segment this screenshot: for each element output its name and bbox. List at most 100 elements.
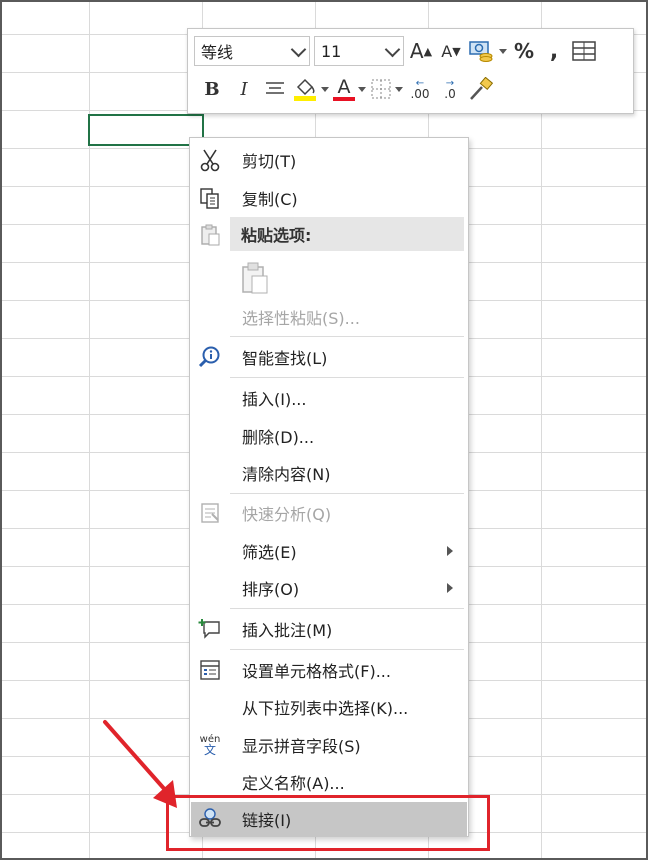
fill-color-button[interactable]	[292, 74, 329, 104]
increase-decimal-label: .00	[410, 87, 430, 101]
font-color-letter: A	[337, 75, 351, 98]
chevron-down-icon	[385, 44, 399, 58]
accounting-format-button[interactable]	[468, 36, 507, 66]
menu-item-label: 筛选(E)	[242, 543, 297, 562]
paste-icon	[197, 223, 223, 247]
menu-item-insert[interactable]: 插入(I)...	[191, 381, 467, 415]
menu-separator	[230, 608, 464, 609]
caret-up-icon: ▲	[423, 44, 433, 58]
menu-item-insert-comment[interactable]: 插入批注(M)	[191, 612, 467, 646]
menu-item-label: 智能查找(L)	[242, 349, 328, 368]
menu-item-label: 剪切(T)	[242, 152, 297, 171]
mini-toolbar-row-2: B I A ← .00 → .0	[194, 72, 627, 106]
menu-item-label: 显示拼音字段(S)	[242, 737, 361, 756]
annotation-arrow-icon	[103, 720, 177, 808]
menu-separator	[230, 649, 464, 650]
phonetic-glyph-bottom: 文	[203, 743, 216, 757]
submenu-arrow-icon	[447, 546, 453, 556]
bold-icon: B	[204, 78, 220, 100]
bold-button[interactable]: B	[198, 74, 226, 104]
menu-item-copy[interactable]: 复制(C)	[191, 181, 467, 215]
font-color-button[interactable]: A	[333, 74, 366, 104]
selected-cell[interactable]	[88, 114, 204, 146]
mini-toolbar: 等线 11 A ▲ A ▼ % , B I A ← .00 → .0	[187, 28, 634, 114]
menu-item-format-cells[interactable]: 设置单元格格式(F)...	[191, 653, 467, 687]
paste-option-icon	[237, 261, 271, 295]
menu-item-cut[interactable]: 剪切(T)	[191, 143, 467, 177]
font-name-value: 等线	[201, 43, 234, 62]
decrease-decimal-button[interactable]: → .0	[437, 74, 463, 104]
quick-analysis-icon	[197, 501, 223, 525]
font-color-icon: A	[333, 75, 355, 101]
accounting-format-icon	[469, 41, 493, 62]
caret-down-icon: ▼	[452, 44, 461, 58]
increase-font-icon: A	[409, 39, 424, 63]
comma-icon: ,	[549, 38, 559, 64]
dropdown-arrow-icon	[321, 86, 329, 92]
menu-item-label: 设置单元格格式(F)...	[242, 662, 391, 681]
increase-font-size-button[interactable]: A ▲	[408, 36, 434, 66]
menu-item-label: 删除(D)...	[242, 428, 315, 447]
menu-item-show-phonetic[interactable]: wén 文 显示拼音字段(S)	[191, 728, 467, 762]
copy-icon	[197, 186, 223, 210]
menu-item-label: 选择性粘贴(S)...	[242, 309, 360, 328]
mini-toolbar-row-1: 等线 11 A ▲ A ▼ % ,	[194, 34, 627, 68]
increase-decimal-button[interactable]: ← .00	[407, 74, 433, 104]
italic-icon: I	[240, 78, 248, 100]
menu-item-sort[interactable]: 排序(O)	[191, 571, 467, 605]
insert-comment-icon	[197, 617, 223, 641]
scissors-icon	[197, 148, 223, 172]
paint-bucket-icon	[294, 78, 316, 101]
format-table-button[interactable]	[571, 36, 597, 66]
menu-item-pick-from-list[interactable]: 从下拉列表中选择(K)...	[191, 690, 467, 724]
font-name-combo[interactable]: 等线	[194, 36, 310, 66]
menu-item-delete[interactable]: 删除(D)...	[191, 419, 467, 453]
menu-separator	[230, 493, 464, 494]
font-color-swatch	[333, 96, 355, 101]
menu-item-label: 插入(I)...	[242, 390, 307, 409]
percent-style-button[interactable]: %	[511, 36, 537, 66]
smart-lookup-icon	[197, 345, 223, 369]
menu-item-filter[interactable]: 筛选(E)	[191, 534, 467, 568]
menu-separator	[230, 377, 464, 378]
format-table-icon	[572, 41, 596, 61]
comma-style-button[interactable]: ,	[541, 36, 567, 66]
chevron-down-icon	[291, 44, 305, 58]
menu-item-clear-contents[interactable]: 清除内容(N)	[191, 456, 467, 490]
menu-item-label: 定义名称(A)...	[242, 774, 345, 793]
menu-item-label: 排序(O)	[242, 580, 300, 599]
menu-item-quick-analysis[interactable]: 快速分析(Q)	[191, 496, 467, 530]
italic-button[interactable]: I	[230, 74, 258, 104]
menu-item-label: 复制(C)	[242, 190, 298, 209]
paste-options-header: 粘贴选项:	[230, 217, 464, 251]
format-cells-icon	[197, 658, 223, 682]
menu-item-label: 清除内容(N)	[242, 465, 331, 484]
align-center-button[interactable]	[262, 74, 288, 104]
format-painter-icon	[470, 77, 493, 100]
menu-item-paste-special[interactable]: 选择性粘贴(S)...	[191, 300, 467, 334]
decrease-font-size-button[interactable]: A ▼	[438, 36, 464, 66]
submenu-arrow-icon	[447, 583, 453, 593]
paste-option-button[interactable]	[191, 257, 467, 297]
borders-button[interactable]	[370, 74, 403, 104]
percent-icon: %	[513, 39, 535, 63]
menu-item-label: 快速分析(Q)	[242, 505, 332, 524]
borders-icon	[371, 79, 391, 99]
decrease-font-icon: A	[441, 41, 453, 61]
dropdown-arrow-icon	[358, 86, 366, 92]
format-painter-button[interactable]	[467, 74, 493, 104]
dropdown-arrow-icon	[395, 86, 403, 92]
align-center-icon	[266, 82, 284, 94]
menu-separator	[230, 336, 464, 337]
font-size-value: 11	[321, 41, 342, 61]
menu-item-define-name[interactable]: 定义名称(A)...	[191, 765, 467, 799]
menu-item-label: 从下拉列表中选择(K)...	[242, 699, 409, 718]
menu-header-label: 粘贴选项:	[241, 226, 312, 245]
dropdown-arrow-icon	[499, 48, 507, 54]
context-menu: 剪切(T) 复制(C) 粘贴选项: 选择性粘贴(S)... 智能查找(L) 插入…	[189, 137, 469, 837]
font-size-combo[interactable]: 11	[314, 36, 404, 66]
menu-item-smart-lookup[interactable]: 智能查找(L)	[191, 340, 467, 374]
decrease-decimal-label: .0	[444, 87, 456, 101]
highlight-annotation-box	[166, 795, 490, 851]
menu-item-label: 插入批注(M)	[242, 621, 333, 640]
